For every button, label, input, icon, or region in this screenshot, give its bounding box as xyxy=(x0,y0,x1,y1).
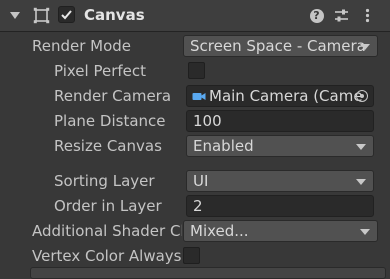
camera-icon xyxy=(192,93,206,100)
sorting-layer-label: Sorting Layer xyxy=(54,172,155,190)
component-header[interactable]: Canvas ? xyxy=(0,0,390,32)
render-camera-field[interactable]: Main Camera (Came xyxy=(186,85,374,107)
sorting-layer-dropdown[interactable]: UI xyxy=(186,170,374,192)
vertex-color-always-checkbox[interactable] xyxy=(183,247,200,264)
plane-distance-label: Plane Distance xyxy=(54,112,166,130)
component-title: Canvas xyxy=(84,6,145,24)
order-in-layer-value: 2 xyxy=(193,197,203,215)
render-camera-label: Render Camera xyxy=(54,87,172,105)
plane-distance-value: 100 xyxy=(193,112,222,130)
kebab-menu-icon[interactable] xyxy=(359,7,376,24)
resize-canvas-value: Enabled xyxy=(193,137,254,155)
render-mode-label: Render Mode xyxy=(32,37,132,55)
presets-icon[interactable] xyxy=(333,7,350,24)
chevron-down-icon xyxy=(360,44,370,50)
foldout-arrow-icon[interactable] xyxy=(10,12,20,19)
render-mode-dropdown[interactable]: Screen Space - Camera xyxy=(183,35,378,57)
pixel-perfect-checkbox[interactable] xyxy=(188,62,205,79)
resize-canvas-dropdown[interactable]: Enabled xyxy=(186,135,374,157)
order-in-layer-input[interactable]: 2 xyxy=(186,195,374,217)
sorting-layer-value: UI xyxy=(193,172,209,190)
help-icon[interactable]: ? xyxy=(308,7,325,24)
canvas-component-icon xyxy=(33,7,50,24)
render-mode-value: Screen Space - Camera xyxy=(190,37,366,55)
plane-distance-input[interactable]: 100 xyxy=(186,110,374,132)
render-camera-value: Main Camera (Came xyxy=(209,87,363,105)
resize-canvas-label: Resize Canvas xyxy=(54,137,162,155)
additional-shader-channels-label: Additional Shader Ch xyxy=(32,222,182,240)
chevron-down-icon xyxy=(356,144,366,150)
chevron-down-icon xyxy=(356,179,366,185)
chevron-down-icon xyxy=(360,229,370,235)
additional-shader-channels-value: Mixed... xyxy=(190,222,249,240)
order-in-layer-label: Order in Layer xyxy=(54,197,162,215)
component-enabled-checkbox[interactable] xyxy=(58,6,75,23)
pixel-perfect-label: Pixel Perfect xyxy=(54,62,147,80)
checkmark-icon xyxy=(61,10,72,20)
vertex-color-always-label: Vertex Color Always xyxy=(32,247,182,265)
next-field-partial xyxy=(30,267,386,279)
additional-shader-channels-dropdown[interactable]: Mixed... xyxy=(183,220,378,242)
object-picker-icon[interactable] xyxy=(356,90,368,102)
